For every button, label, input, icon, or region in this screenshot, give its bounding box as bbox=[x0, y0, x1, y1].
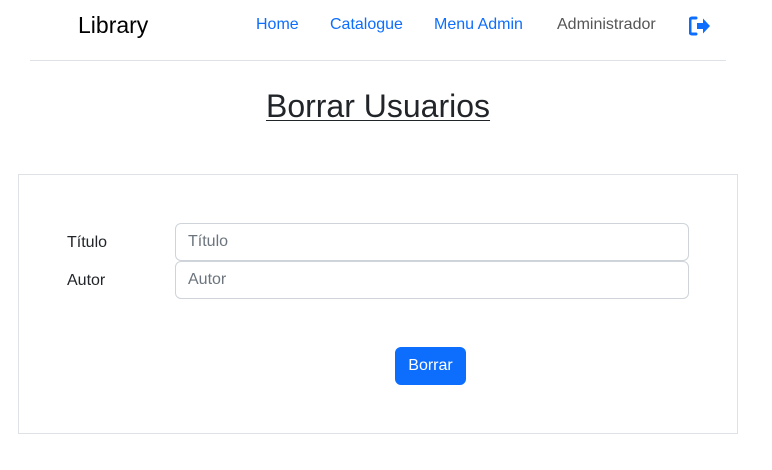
page-title: Borrar Usuarios bbox=[0, 88, 756, 125]
autor-input[interactable] bbox=[175, 261, 689, 299]
borrar-button[interactable]: Borrar bbox=[395, 347, 466, 385]
autor-label: Autor bbox=[67, 272, 106, 289]
navbar: Library Home Catalogue Menu Admin Admini… bbox=[30, 0, 726, 61]
current-user-label: Administrador bbox=[557, 16, 656, 33]
nav-home-link[interactable]: Home bbox=[256, 16, 299, 34]
nav-menu-admin-link[interactable]: Menu Admin bbox=[434, 16, 523, 34]
delete-form-card: Título Autor Borrar bbox=[18, 174, 738, 434]
page-title-text: Borrar Usuarios bbox=[265, 88, 491, 124]
nav-catalogue-link[interactable]: Catalogue bbox=[330, 16, 403, 34]
titulo-label: Título bbox=[67, 234, 108, 251]
titulo-input[interactable] bbox=[175, 223, 689, 261]
brand-link[interactable]: Library bbox=[78, 12, 148, 39]
sign-out-icon[interactable] bbox=[688, 16, 711, 36]
